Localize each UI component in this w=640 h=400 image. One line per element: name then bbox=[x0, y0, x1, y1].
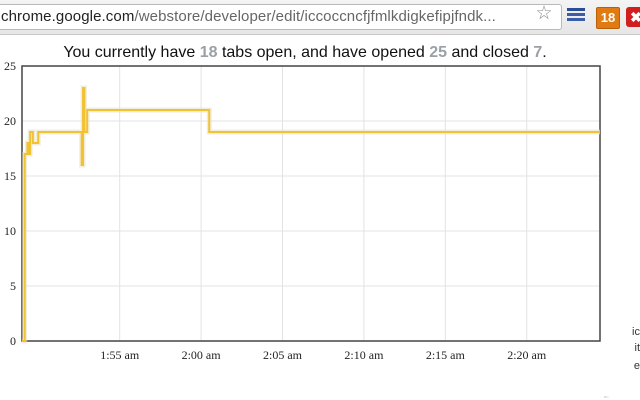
series-line-shadow bbox=[22, 85, 600, 344]
background-text: e bbox=[633, 360, 640, 372]
background-text: it bbox=[634, 342, 640, 354]
y-tick-label: 0 bbox=[10, 334, 16, 348]
y-tick-label: 15 bbox=[4, 169, 16, 183]
y-tick-label: 10 bbox=[4, 224, 16, 238]
plot-frame bbox=[21, 65, 601, 342]
url-text[interactable]: chrome.google.com/webstore/developer/edi… bbox=[1, 8, 496, 25]
background-text: ic bbox=[632, 326, 640, 338]
url-path: /webstore/developer/edit/iccoccncfjfmlkd… bbox=[134, 8, 496, 25]
browser-toolbar: chrome.google.com/webstore/developer/edi… bbox=[0, 0, 640, 35]
x-tick-label: 2:15 am bbox=[426, 348, 466, 362]
y-tick-label: 20 bbox=[4, 114, 16, 128]
url-domain: chrome.google.com bbox=[1, 8, 135, 25]
y-tick-label: 5 bbox=[10, 279, 16, 293]
x-tick-label: 1:55 am bbox=[100, 348, 140, 362]
series-line bbox=[22, 87, 600, 342]
x-tick-label: 2:00 am bbox=[182, 348, 222, 362]
y-tick-label: 25 bbox=[4, 59, 16, 73]
tabs-over-time-chart: 0 5 10 15 20 25 1:55 am 2:00 am 2:05 am 2:10 am 2:… bbox=[4, 59, 601, 362]
red-x-icon[interactable]: ✖ bbox=[626, 7, 640, 27]
x-tick-label: 2:20 am bbox=[507, 348, 547, 362]
x-tick-label: 2:10 am bbox=[344, 348, 384, 362]
x-tick-label: 2:05 am bbox=[263, 348, 303, 362]
tab-count-badge[interactable]: 18 bbox=[596, 7, 620, 29]
address-bar[interactable]: chrome.google.com/webstore/developer/edi… bbox=[0, 4, 562, 30]
bookmark-star-icon[interactable]: ☆ bbox=[534, 4, 554, 24]
menu-lines-icon[interactable] bbox=[567, 8, 585, 24]
